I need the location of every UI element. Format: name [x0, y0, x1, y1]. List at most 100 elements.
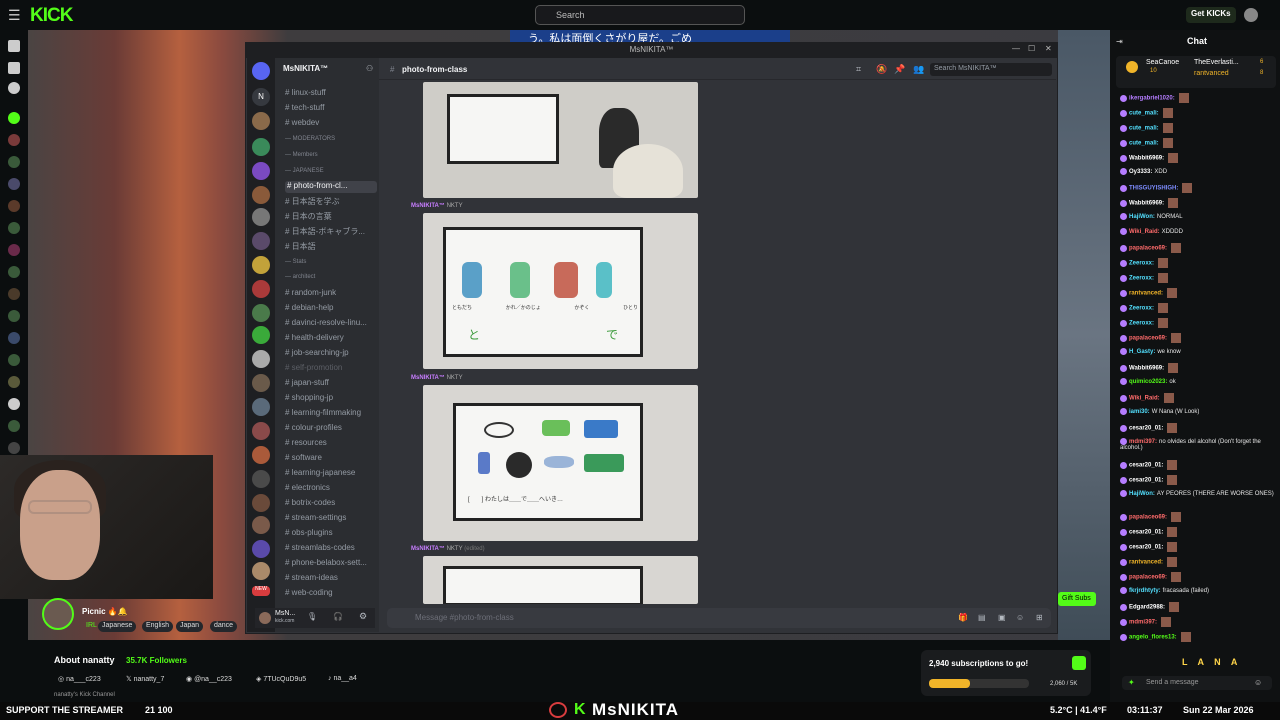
chat-message[interactable]: cesar20_01:	[1120, 542, 1276, 552]
server-icon-19[interactable]	[252, 540, 270, 558]
channel-item[interactable]: # learning-filmmaking	[285, 408, 361, 420]
chat-username[interactable]: mdmi397:	[1129, 620, 1157, 626]
server-icon-18[interactable]	[252, 516, 270, 534]
chat-username[interactable]: Wiki_Raid:	[1129, 396, 1160, 402]
home-icon[interactable]	[8, 40, 20, 52]
chat-username[interactable]: rantvanced:	[1129, 291, 1163, 297]
server-icon-4[interactable]	[252, 186, 270, 204]
stream-tag[interactable]: Japanese	[98, 621, 137, 632]
chat-username[interactable]: papalaceo69:	[1129, 336, 1167, 342]
chat-message[interactable]: quimico2023: ok	[1120, 378, 1276, 385]
chat-username[interactable]: cute_mali:	[1129, 141, 1159, 147]
channel-item[interactable]: # linux-stuff	[285, 88, 326, 100]
chat-username[interactable]: HajiWon:	[1129, 491, 1155, 497]
chat-username[interactable]: Edgard2988:	[1129, 605, 1165, 611]
post-author[interactable]: MsNIKITA™ NKTY	[411, 375, 463, 381]
server-icon-3[interactable]	[252, 162, 270, 180]
subscribe-icon[interactable]	[1072, 656, 1086, 670]
channel-item[interactable]: # tech-stuff	[285, 103, 324, 115]
chat-message[interactable]: THISGUYISHIGH:	[1120, 183, 1276, 193]
channel-category[interactable]: — Stats	[285, 259, 306, 271]
channel-item[interactable]: # streamlabs-codes	[285, 543, 355, 555]
channel-item[interactable]: # japan-stuff	[285, 378, 329, 390]
chat-message[interactable]: cute_mali:	[1120, 138, 1276, 148]
gif-icon[interactable]: ▤	[978, 613, 986, 622]
chat-message[interactable]: Zeeroxx:	[1120, 303, 1276, 313]
emoji-icon[interactable]: ☺	[1016, 613, 1024, 622]
chat-message[interactable]: cesar20_01:	[1120, 475, 1276, 485]
channel-item[interactable]: # learning-japanese	[285, 468, 355, 480]
chat-message[interactable]: cute_mali:	[1120, 108, 1276, 118]
menu-icon[interactable]: ☰	[8, 7, 21, 24]
server-icon-1[interactable]	[252, 112, 270, 130]
channel-avatar-15[interactable]	[8, 420, 20, 432]
settings-icon[interactable]: ⚙	[359, 611, 367, 622]
channel-avatar-3[interactable]	[8, 156, 20, 168]
class-photo-3[interactable]: [ ] わたしは＿＿で＿＿へいき…	[423, 385, 698, 541]
search-input[interactable]: Search	[535, 5, 745, 25]
collapse-chat-icon[interactable]: ⇥	[1116, 37, 1123, 46]
chat-message[interactable]: Wabbit6969:	[1120, 363, 1276, 373]
channel-avatar-2[interactable]	[8, 134, 20, 146]
class-photo-2[interactable]: ともだち かれ／かのじょ かぞく ひとり と で	[423, 213, 698, 369]
chat-message[interactable]: Oy3333: XDD	[1120, 168, 1276, 175]
chat-message[interactable]: ikergabriel1020:	[1120, 93, 1276, 103]
chat-message[interactable]: cesar20_01:	[1120, 460, 1276, 470]
class-photo-1[interactable]	[423, 82, 698, 198]
chat-message[interactable]: papalaceo69:	[1120, 512, 1276, 522]
chat-message[interactable]: fkrjrdhtyty: fracasada (failed)	[1120, 587, 1276, 594]
chat-username[interactable]: Wabbit6969:	[1129, 156, 1164, 162]
chat-message[interactable]: HajiWon: NORMAL	[1120, 213, 1276, 220]
message-input[interactable]: Message #photo-from-class	[387, 608, 1051, 628]
chat-message[interactable]: Zeeroxx:	[1120, 318, 1276, 328]
social-link[interactable]: ♪ na__a4	[328, 675, 357, 682]
channel-avatar-7[interactable]	[8, 244, 20, 256]
channel-item[interactable]: # debian-help	[285, 303, 333, 315]
chat-message[interactable]: Zeeroxx:	[1120, 258, 1276, 268]
channel-avatar-16[interactable]	[8, 442, 20, 454]
server-icon-10[interactable]	[252, 326, 270, 344]
server-icon-9[interactable]	[252, 304, 270, 322]
server-icon-16[interactable]	[252, 470, 270, 488]
chat-username[interactable]: Zeeroxx:	[1129, 276, 1154, 282]
stream-tag[interactable]: English	[142, 621, 173, 632]
stream-tag[interactable]: Japan	[176, 621, 204, 632]
maximize-icon[interactable]: ☐	[1028, 44, 1035, 53]
apps-icon[interactable]: ⊞	[1036, 613, 1043, 622]
kick-logo[interactable]: KICK	[30, 5, 73, 27]
chat-username[interactable]: H_Gasty:	[1129, 349, 1155, 355]
server-icon-11[interactable]	[252, 350, 270, 368]
channel-item[interactable]: # stream-settings	[285, 513, 346, 525]
channel-item[interactable]: # health-delivery	[285, 333, 344, 345]
chat-message[interactable]: cute_mali:	[1120, 123, 1276, 133]
chat-message[interactable]: Wabbit6969:	[1120, 198, 1276, 208]
channel-item[interactable]: # 日本語	[285, 241, 316, 253]
chat-message[interactable]: iami30: W Nana (W Look)	[1120, 408, 1276, 415]
chat-username[interactable]: rantvanced:	[1129, 560, 1163, 566]
chat-username[interactable]: Wabbit6969:	[1129, 366, 1164, 372]
channel-item[interactable]: # 日本語-ボキャブラ...	[285, 226, 365, 238]
chat-username[interactable]: Zeeroxx:	[1129, 306, 1154, 312]
channel-item[interactable]: # web-coding	[285, 588, 333, 600]
chat-send-input[interactable]: Send a message	[1122, 676, 1272, 690]
server-icon-2[interactable]	[252, 138, 270, 156]
chat-username[interactable]: papalaceo69:	[1129, 575, 1167, 581]
chat-message[interactable]: Zeeroxx:	[1120, 273, 1276, 283]
server-icon-8[interactable]	[252, 280, 270, 298]
chat-message[interactable]: mdmi397: no olvides del alcohol (Don't fo…	[1120, 438, 1276, 451]
server-name[interactable]: MsNIKITA™	[283, 64, 328, 73]
chat-message[interactable]: Wiki_Raid:	[1120, 393, 1276, 403]
channel-avatar-14[interactable]	[8, 398, 20, 410]
gift-subs-button[interactable]: Gift Subs	[1058, 592, 1096, 606]
chat-username[interactable]: cesar20_01:	[1129, 478, 1163, 484]
channel-category[interactable]: — Members	[285, 152, 318, 164]
channel-category[interactable]: — MODERATORS	[285, 136, 335, 148]
chat-message[interactable]: papalaceo69:	[1120, 333, 1276, 343]
chat-message[interactable]: rantvanced:	[1120, 557, 1276, 567]
channel-avatar-13[interactable]	[8, 376, 20, 388]
sticker-icon[interactable]: ▣	[998, 613, 1006, 622]
social-link[interactable]: ◉ @na__c223	[186, 675, 232, 683]
chat-username[interactable]: cesar20_01:	[1129, 545, 1163, 551]
channel-avatar-8[interactable]	[8, 266, 20, 278]
members-icon[interactable]: 👥	[913, 64, 924, 75]
